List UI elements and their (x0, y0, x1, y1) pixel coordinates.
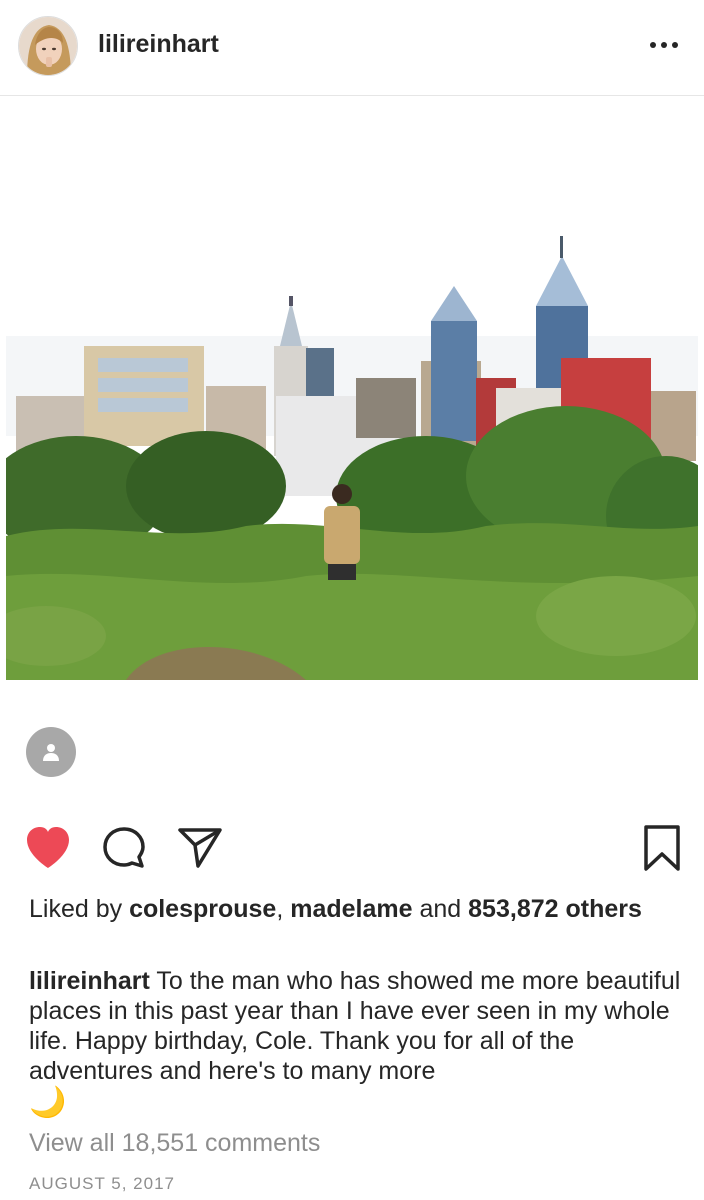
post-header: lilireinhart (0, 0, 704, 96)
more-options-icon[interactable] (642, 30, 686, 60)
likes-count[interactable]: 853,872 others (468, 895, 642, 923)
moon-emoji: 🌙 (29, 1086, 67, 1119)
view-all-comments-link[interactable]: View all 18,551 comments (29, 1129, 320, 1158)
post-username[interactable]: lilireinhart (98, 30, 219, 59)
post-date: AUGUST 5, 2017 (29, 1174, 175, 1193)
caption-username[interactable]: lilireinhart (29, 967, 150, 995)
share-button[interactable] (174, 820, 226, 876)
liked-by-user-1[interactable]: colesprouse (129, 895, 276, 923)
post-photo[interactable] (6, 96, 698, 680)
likes-and: and (412, 895, 469, 923)
like-button[interactable] (22, 820, 74, 876)
likes-summary: Liked by colesprouse, madelame and 853,8… (29, 894, 669, 924)
comment-button[interactable] (98, 820, 150, 876)
post-caption: lilireinhart To the man who has showed m… (29, 966, 689, 1120)
likes-separator: , (276, 895, 291, 923)
heart-filled-icon (27, 827, 69, 868)
bookmark-icon (644, 825, 680, 871)
paper-plane-icon (178, 828, 222, 868)
person-tag-icon[interactable] (26, 727, 76, 777)
profile-avatar[interactable] (18, 16, 78, 76)
comment-bubble-icon (103, 827, 145, 868)
liked-by-user-2[interactable]: madelame (290, 895, 412, 923)
post-action-bar (0, 820, 704, 876)
likes-prefix: Liked by (29, 895, 130, 923)
save-button[interactable] (636, 820, 688, 876)
